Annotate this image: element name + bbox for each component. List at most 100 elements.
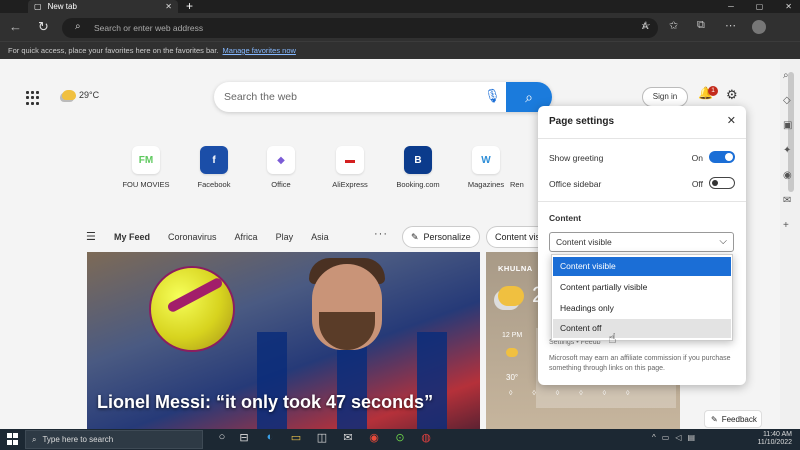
menu-icon[interactable]: ☰ [86,230,96,243]
search-icon[interactable]: ⌕ [783,70,792,81]
microphone-icon[interactable]: 🎙 [484,88,501,104]
app-icon[interactable]: ◍ [418,431,434,447]
new-tab-button[interactable]: + [186,0,193,13]
quick-link-aliexpress[interactable]: ▬ AliExpress [319,146,381,189]
tab-coronavirus[interactable]: Coronavirus [168,232,217,242]
tab-play[interactable]: Play [276,232,294,242]
web-search-box[interactable]: Search the web 🎙 ⌕ [214,82,552,112]
option-content-partially-visible[interactable]: Content partially visible [553,278,731,297]
option-content-off[interactable]: Content off [553,319,731,338]
content-select[interactable]: Content visible ⌵ [549,232,734,252]
content-visible-button[interactable]: Content visible [486,226,546,248]
quick-link-label: Office [271,180,291,189]
quick-link-booking[interactable]: B Booking.com [387,146,449,189]
close-window-icon[interactable]: ✕ [785,2,792,11]
network-icon[interactable]: ▭ [662,433,670,442]
search-icon: ⌕ [75,21,81,32]
setting-state: On [691,153,703,163]
feed-tabs: My Feed Coronavirus Africa Play Asia [114,232,329,242]
weather-widget[interactable]: 29°C [62,90,99,100]
panel-title: Page settings [549,116,615,127]
option-headings-only[interactable]: Headings only [553,299,731,318]
taskbar-search[interactable]: ⌕ Type here to search [25,430,203,449]
jersey-stripe [257,332,287,429]
affiliate-disclaimer: Microsoft may earn an affiliate commissi… [549,355,731,372]
football-image [149,266,235,352]
cortana-icon[interactable]: ○ [214,431,230,447]
quick-link-partial[interactable]: Ren [510,146,540,189]
sign-in-button[interactable]: Sign in [642,87,688,107]
page-icon: ▢ [34,2,42,11]
quick-link-office[interactable]: ◆ Office [250,146,312,189]
clock-date: 11/10/2022 [757,439,792,446]
tag-icon[interactable]: ◇ [783,95,792,106]
more-tabs-button[interactable]: ··· [374,228,388,240]
briefcase-icon[interactable]: ▣ [783,120,792,131]
divider [538,138,746,139]
keyboard-icon[interactable]: ▤ [687,433,695,442]
sun-icon [506,348,518,357]
favorite-star-icon[interactable]: ☆ [641,19,651,32]
feedback-button[interactable]: ✎ Feedback [704,410,762,428]
more-icon[interactable]: ⋯ [725,19,736,32]
magazines-icon: W [472,146,500,174]
show-greeting-toggle[interactable] [709,151,735,163]
setting-state: Off [691,179,703,189]
office-sidebar-toggle[interactable] [709,177,735,189]
forecast-temp: 30° [506,373,519,382]
quick-link-label: Booking.com [396,180,440,189]
tab-new-tab[interactable]: ▢ New tab ✕ [28,0,178,13]
address-bar[interactable]: ⌕ Search or enter web address A [62,18,658,38]
hero-article[interactable]: Lionel Messi: “it only took 47 seconds” [87,252,480,429]
edge-icon[interactable]: ◐ [262,431,278,447]
chrome-icon[interactable]: ◉ [366,431,382,447]
volume-icon[interactable]: ◁ [675,433,681,442]
collections-icon[interactable]: ⧉ [697,19,705,32]
notifications-button[interactable]: 🔔 1 [698,86,718,100]
favorites-hint: For quick access, place your favorites h… [8,46,219,55]
manage-favorites-link[interactable]: Manage favorites now [223,46,296,55]
mail-icon[interactable]: ✉ [340,431,356,447]
system-clock[interactable]: 11:40 AM 11/10/2022 [757,431,792,447]
windows-start-icon[interactable] [7,433,19,445]
office-icon[interactable]: ◉ [783,170,792,181]
minimize-icon[interactable]: ─ [728,2,734,11]
store-icon[interactable]: ◫ [314,431,330,447]
close-tab-icon[interactable]: ✕ [165,2,172,11]
temperature: 29°C [79,90,100,100]
quick-link-label: Magazines [467,180,505,189]
utorrent-icon[interactable]: ⊙ [392,431,408,447]
show-greeting-row: Show greeting On [549,151,735,163]
personalize-button[interactable]: ✎ Personalize [402,226,480,248]
tab-africa[interactable]: Africa [235,232,258,242]
chevron-up-icon[interactable]: ^ [652,433,656,442]
quick-link-fou-movies[interactable]: FM FOU MOVIES [115,146,177,189]
content-select-value: Content visible [556,237,612,247]
gear-icon[interactable]: ⚙ [726,87,738,103]
office-sidebar-row: Office sidebar Off [549,177,735,189]
tab-my-feed[interactable]: My Feed [114,232,150,242]
app-launcher-icon[interactable] [26,91,40,105]
option-content-visible[interactable]: Content visible [553,257,731,276]
file-explorer-icon[interactable]: ▭ [288,431,304,447]
search-icon: ⌕ [32,434,37,444]
hand-cursor-icon: ☝ [608,330,617,346]
booking-icon: B [404,146,432,174]
tab-asia[interactable]: Asia [311,232,329,242]
refresh-icon[interactable]: ↻ [38,19,49,35]
profile-avatar[interactable] [752,20,766,34]
back-icon[interactable]: ← [9,19,22,34]
quick-link-magazines[interactable]: W Magazines [455,146,517,189]
quick-link-facebook[interactable]: f Facebook [183,146,245,189]
task-view-icon[interactable]: ⊟ [236,431,252,447]
favorites-icon[interactable]: ✩ [669,19,678,32]
content-label: Content [549,213,582,223]
close-icon[interactable]: ✕ [727,114,736,127]
maximize-icon[interactable]: ▢ [756,2,764,11]
jersey-stripe [417,332,447,429]
aliexpress-icon: ▬ [336,146,364,174]
quick-link-label: AliExpress [332,180,368,189]
games-icon[interactable]: ✦ [783,145,792,156]
add-icon[interactable]: + [783,220,792,231]
outlook-icon[interactable]: ✉ [783,195,792,206]
